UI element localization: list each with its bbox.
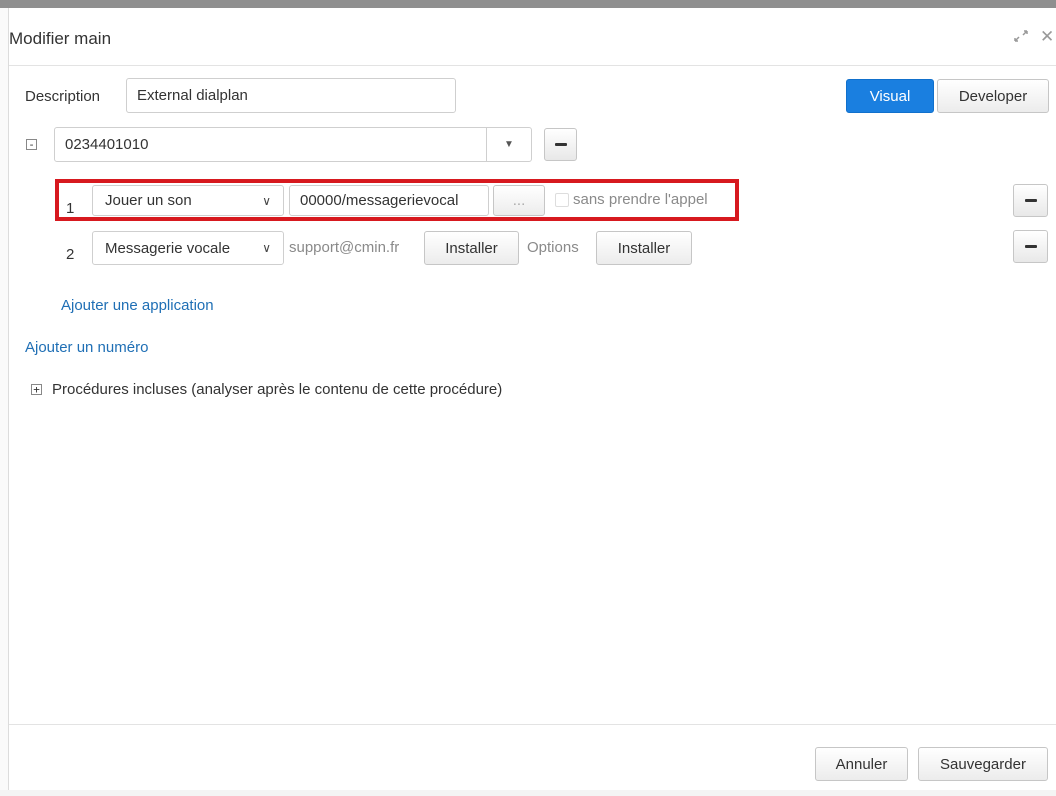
includes-expand-toggle[interactable]: + — [31, 384, 42, 395]
app-2-install-button-2[interactable]: Installer — [596, 231, 692, 265]
number-combobox[interactable]: 0234401010 ▼ — [54, 127, 532, 162]
dialog-title: Modifier main — [9, 29, 112, 48]
app-1-file-value: 00000/messagerievocal — [300, 192, 459, 209]
app-1-index: 1 — [66, 200, 75, 217]
visual-mode-button[interactable]: Visual — [846, 79, 934, 113]
cancel-label: Annuler — [835, 755, 888, 773]
minus-icon — [554, 143, 567, 146]
caret-down-icon[interactable]: ▼ — [486, 128, 531, 161]
dialog-titlebar — [9, 8, 1056, 66]
maximize-icon[interactable] — [1012, 28, 1030, 48]
developer-mode-label: Developer — [958, 87, 1028, 105]
chevron-down-icon: ∨ — [262, 193, 271, 208]
description-input[interactable]: External dialplan — [126, 78, 456, 113]
window-bottom-edge — [0, 790, 1056, 796]
add-number-link[interactable]: Ajouter un numéro — [25, 339, 148, 356]
app-2-type-select[interactable]: Messagerie vocale ∨ — [92, 231, 284, 265]
app-1-file-input[interactable]: 00000/messagerievocal — [289, 185, 489, 216]
app-1-browse-button[interactable]: ... — [493, 185, 545, 216]
app-1-browse-label: ... — [512, 192, 526, 209]
remove-app-2-button[interactable] — [1013, 230, 1048, 263]
save-label: Sauvegarder — [940, 755, 1026, 773]
app-2-install-button-1[interactable]: Installer — [424, 231, 519, 265]
remove-app-1-button[interactable] — [1013, 184, 1048, 217]
app-2-email: support@cmin.fr — [289, 239, 400, 256]
cancel-button[interactable]: Annuler — [815, 747, 908, 781]
app-1-type-value: Jouer un son — [105, 192, 192, 209]
app-2-install-label-1: Installer — [445, 239, 498, 257]
app-1-answer-checkbox[interactable] — [555, 193, 569, 207]
app-2-type-value: Messagerie vocale — [105, 239, 231, 257]
app-1-type-select[interactable]: Jouer un son ∨ — [92, 185, 284, 216]
minus-icon — [1024, 199, 1037, 202]
app-2-index: 2 — [66, 246, 75, 263]
number-value: 0234401010 — [65, 136, 149, 153]
footer-divider — [9, 724, 1056, 725]
minus-icon — [1024, 245, 1037, 248]
window-left-edge — [0, 8, 9, 796]
save-button[interactable]: Sauvegarder — [918, 747, 1048, 781]
app-2-install-label-2: Installer — [617, 239, 671, 257]
app-2-options-label: Options — [527, 239, 579, 256]
developer-mode-button[interactable]: Developer — [937, 79, 1049, 113]
visual-mode-label: Visual — [869, 87, 911, 105]
close-icon[interactable]: ✕ — [1040, 27, 1054, 47]
description-value: External dialplan — [137, 87, 248, 104]
remove-number-button[interactable] — [544, 128, 577, 161]
description-label: Description — [25, 88, 101, 105]
includes-label: Procédures incluses (analyser après le c… — [52, 381, 503, 398]
add-application-link[interactable]: Ajouter une application — [61, 297, 214, 314]
app-1-checkbox-label: sans prendre l'appel — [573, 191, 708, 208]
chevron-down-icon: ∨ — [262, 241, 271, 255]
number-collapse-toggle[interactable]: - — [26, 139, 37, 150]
window-top-border — [0, 0, 1056, 8]
